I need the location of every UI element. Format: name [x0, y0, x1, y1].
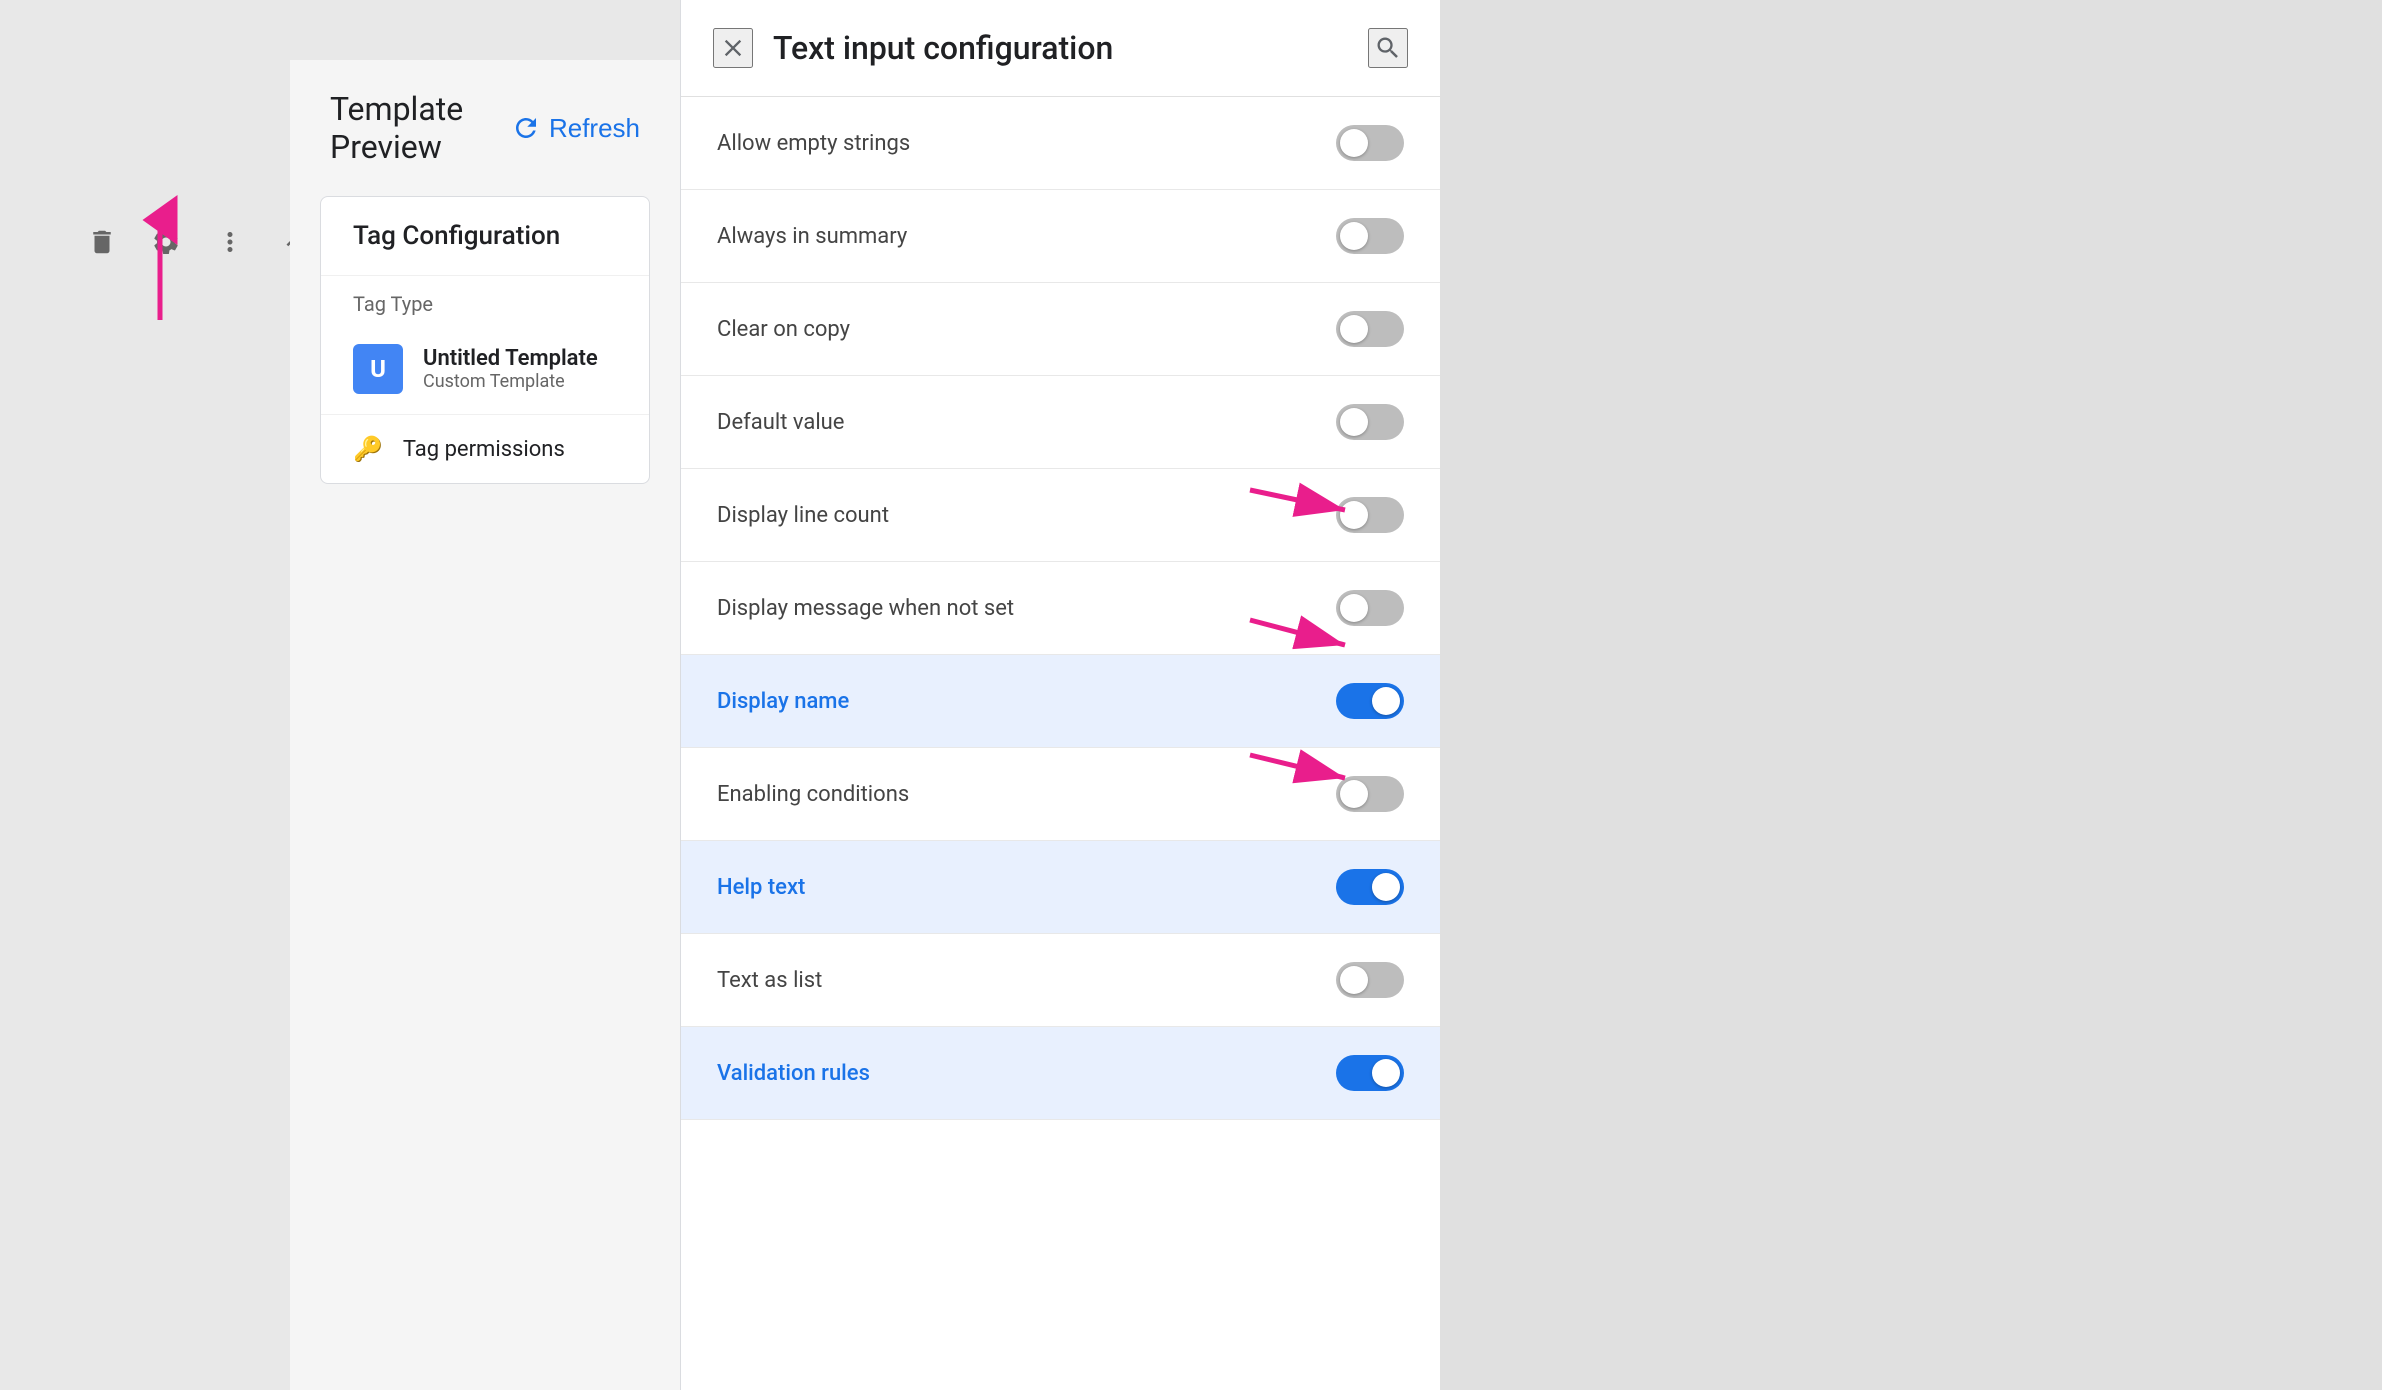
untitled-template-item[interactable]: U Untitled Template Custom Template [321, 324, 649, 415]
config-item-always-in-summary: Always in summary [681, 190, 1440, 283]
trash-icon [87, 227, 117, 257]
toggle-enabling-conditions[interactable] [1336, 776, 1404, 812]
config-item-help-text: Help text [681, 841, 1440, 934]
config-item-label-display-name: Display name [717, 689, 849, 714]
tag-type: Custom Template [423, 371, 598, 392]
search-icon [1374, 34, 1402, 62]
config-item-label-enabling-conditions: Enabling conditions [717, 782, 909, 807]
config-header: Text input configuration [681, 0, 1440, 97]
template-preview-title: Template Preview [330, 90, 491, 166]
config-item-label-validation-rules: Validation rules [717, 1061, 870, 1086]
config-item-display-line-count: Display line count [681, 469, 1440, 562]
config-item-enabling-conditions: Enabling conditions [681, 748, 1440, 841]
config-item-validation-rules: Validation rules [681, 1027, 1440, 1120]
template-preview-header: Template Preview Refresh [290, 60, 680, 186]
gear-icon [151, 227, 181, 257]
config-item-label-display-line-count: Display line count [717, 503, 889, 528]
search-button[interactable] [1368, 28, 1408, 68]
toggle-display-name[interactable] [1336, 683, 1404, 719]
config-item-allow-empty-strings: Allow empty strings [681, 97, 1440, 190]
close-icon [719, 34, 747, 62]
close-button[interactable] [713, 28, 753, 68]
config-title: Text input configuration [773, 29, 1348, 67]
toggle-always-in-summary[interactable] [1336, 218, 1404, 254]
config-item-label-always-in-summary: Always in summary [717, 224, 907, 249]
key-icon: 🔑 [353, 435, 383, 463]
config-item-label-clear-on-copy: Clear on copy [717, 317, 850, 342]
settings-button[interactable] [144, 220, 188, 264]
config-item-text-as-list: Text as list [681, 934, 1440, 1027]
toggle-validation-rules[interactable] [1336, 1055, 1404, 1091]
tag-type-label: Tag Type [321, 276, 649, 324]
template-preview-panel: Template Preview Refresh Tag Configurati… [290, 60, 680, 1390]
delete-button[interactable] [80, 220, 124, 264]
toggle-default-value[interactable] [1336, 404, 1404, 440]
tag-config-section: Tag Configuration Tag Type U Untitled Te… [320, 196, 650, 484]
config-item-default-value: Default value [681, 376, 1440, 469]
toggle-clear-on-copy[interactable] [1336, 311, 1404, 347]
config-item-label-help-text: Help text [717, 875, 805, 900]
config-item-label-default-value: Default value [717, 410, 844, 435]
toggle-text-as-list[interactable] [1336, 962, 1404, 998]
config-item-label-allow-empty-strings: Allow empty strings [717, 131, 910, 156]
toolbar [80, 220, 316, 264]
refresh-label: Refresh [549, 113, 640, 144]
config-item-label-display-message-when-not-set: Display message when not set [717, 596, 1014, 621]
config-panel: Text input configuration Allow empty str… [680, 0, 1440, 1390]
tag-icon: U [353, 344, 403, 394]
refresh-icon [511, 113, 541, 143]
config-item-display-message-when-not-set: Display message when not set [681, 562, 1440, 655]
tag-permissions-item[interactable]: 🔑 Tag permissions [321, 415, 649, 483]
tag-permissions-label: Tag permissions [403, 437, 565, 462]
toggle-help-text[interactable] [1336, 869, 1404, 905]
config-item-label-text-as-list: Text as list [717, 968, 822, 993]
toggle-allow-empty-strings[interactable] [1336, 125, 1404, 161]
tag-config-header: Tag Configuration [321, 197, 649, 276]
tag-item-info: Untitled Template Custom Template [423, 346, 598, 392]
more-vert-icon [215, 227, 245, 257]
tag-name: Untitled Template [423, 346, 598, 371]
toggle-display-line-count[interactable] [1336, 497, 1404, 533]
refresh-button[interactable]: Refresh [511, 113, 640, 144]
config-item-clear-on-copy: Clear on copy [681, 283, 1440, 376]
more-options-button[interactable] [208, 220, 252, 264]
config-list: Allow empty strings Always in summary Clea… [681, 97, 1440, 1390]
left-panel: Template Preview Refresh Tag Configurati… [0, 0, 680, 1390]
toggle-display-message-when-not-set[interactable] [1336, 590, 1404, 626]
config-item-display-name: Display name [681, 655, 1440, 748]
